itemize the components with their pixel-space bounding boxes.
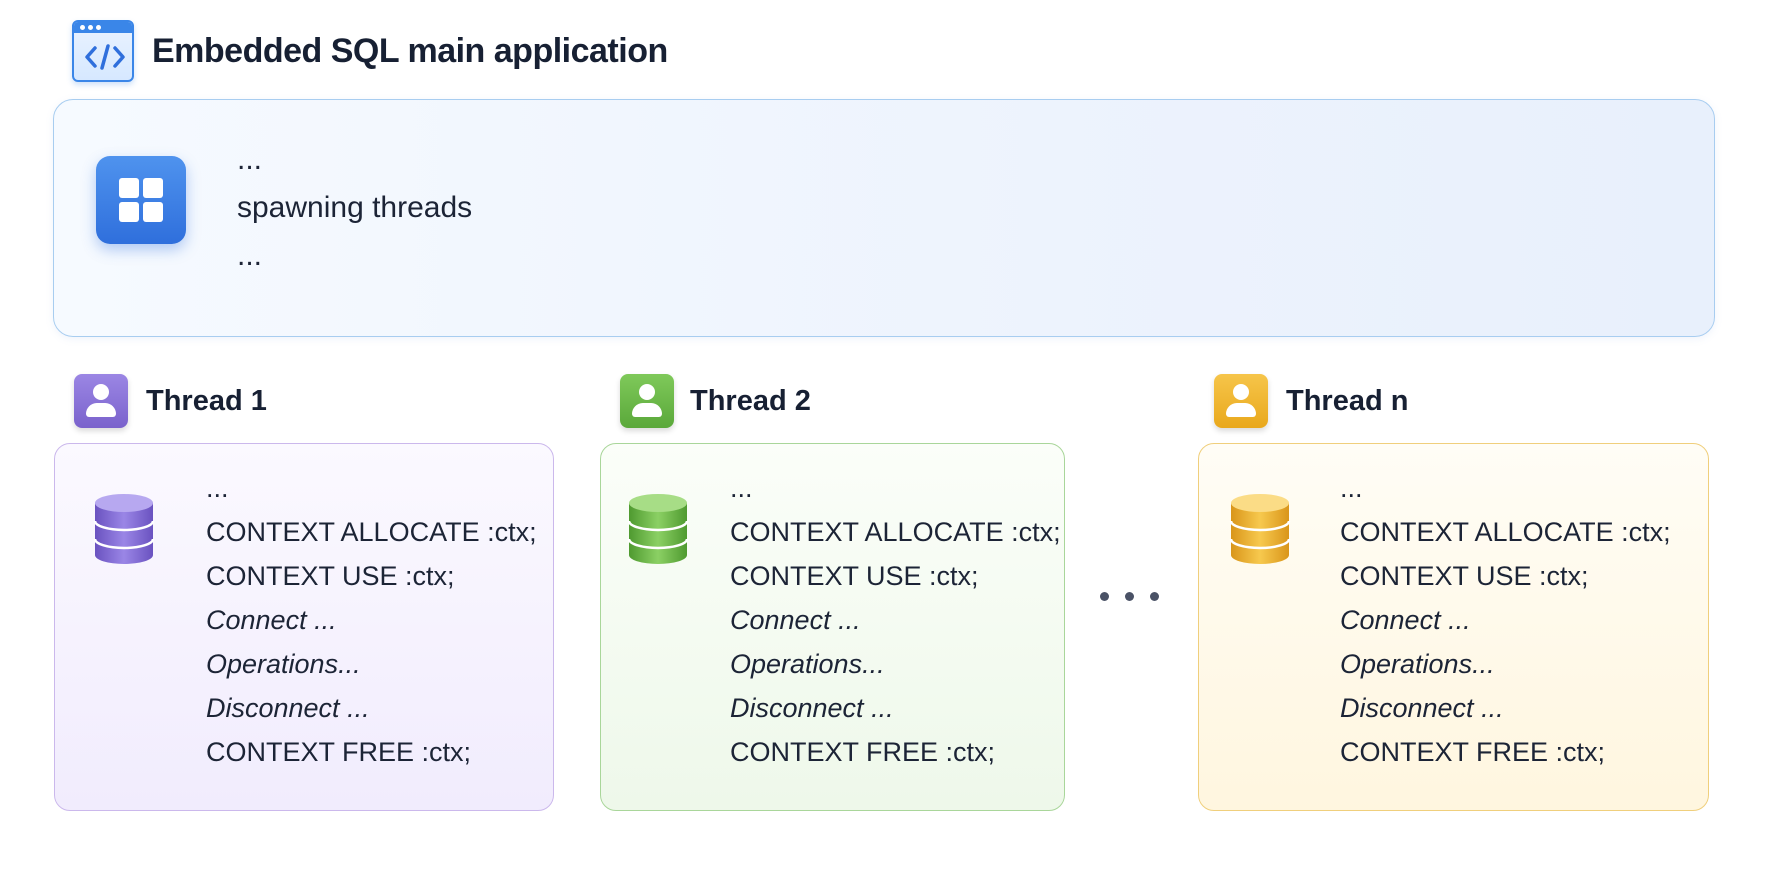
more-threads-ellipsis	[1100, 592, 1159, 601]
code-line: ...	[206, 473, 229, 503]
code-line: Connect ...	[206, 605, 337, 635]
database-icon	[93, 494, 155, 564]
code-line: CONTEXT ALLOCATE :ctx;	[730, 517, 1061, 547]
main-line: ...	[237, 239, 263, 272]
main-application-box: ... spawning threads ...	[53, 99, 1715, 337]
code-line: CONTEXT FREE :ctx;	[206, 737, 472, 767]
diagram-title: Embedded SQL main application	[152, 31, 668, 70]
code-line: CONTEXT ALLOCATE :ctx;	[206, 517, 537, 547]
code-line: CONTEXT USE :ctx;	[1340, 561, 1589, 591]
diagram-header: Embedded SQL main application	[72, 20, 668, 82]
user-icon	[620, 374, 674, 428]
code-line: CONTEXT USE :ctx;	[206, 561, 455, 591]
code-line: ...	[730, 473, 753, 503]
thread-n-header: Thread n	[1214, 373, 1408, 429]
code-line: Disconnect ...	[730, 693, 894, 723]
thread-n-box: ... CONTEXT ALLOCATE :ctx; CONTEXT USE :…	[1198, 443, 1709, 811]
code-line: CONTEXT FREE :ctx;	[730, 737, 996, 767]
code-line: CONTEXT USE :ctx;	[730, 561, 979, 591]
code-line: Connect ...	[730, 605, 861, 635]
thread-2-title: Thread 2	[690, 384, 811, 417]
thread-1-title: Thread 1	[146, 384, 267, 417]
code-line: CONTEXT FREE :ctx;	[1340, 737, 1606, 767]
code-line: Operations...	[1340, 649, 1495, 679]
code-line: Operations...	[730, 649, 885, 679]
main-line: spawning threads	[237, 191, 473, 224]
thread-n-code: ... CONTEXT ALLOCATE :ctx; CONTEXT USE :…	[1340, 466, 1671, 774]
code-line: Disconnect ...	[1340, 693, 1504, 723]
code-line: Disconnect ...	[206, 693, 370, 723]
grid-apps-icon	[96, 156, 186, 244]
user-icon	[74, 374, 128, 428]
database-icon	[1229, 494, 1291, 564]
thread-n-title: Thread n	[1286, 384, 1409, 417]
thread-2-code: ... CONTEXT ALLOCATE :ctx; CONTEXT USE :…	[730, 466, 1061, 774]
code-line: CONTEXT ALLOCATE :ctx;	[1340, 517, 1671, 547]
database-icon	[627, 494, 689, 564]
thread-1-code: ... CONTEXT ALLOCATE :ctx; CONTEXT USE :…	[206, 466, 537, 774]
thread-1-header: Thread 1	[74, 373, 267, 429]
thread-2-box: ... CONTEXT ALLOCATE :ctx; CONTEXT USE :…	[600, 443, 1065, 811]
code-line: Operations...	[206, 649, 361, 679]
code-line: Connect ...	[1340, 605, 1471, 635]
user-icon	[1214, 374, 1268, 428]
main-line: ...	[237, 143, 263, 176]
thread-2-header: Thread 2	[620, 373, 811, 429]
code-line: ...	[1340, 473, 1363, 503]
code-window-icon	[72, 20, 134, 82]
main-application-text: ... spawning threads ...	[237, 136, 472, 280]
thread-1-box: ... CONTEXT ALLOCATE :ctx; CONTEXT USE :…	[54, 443, 554, 811]
